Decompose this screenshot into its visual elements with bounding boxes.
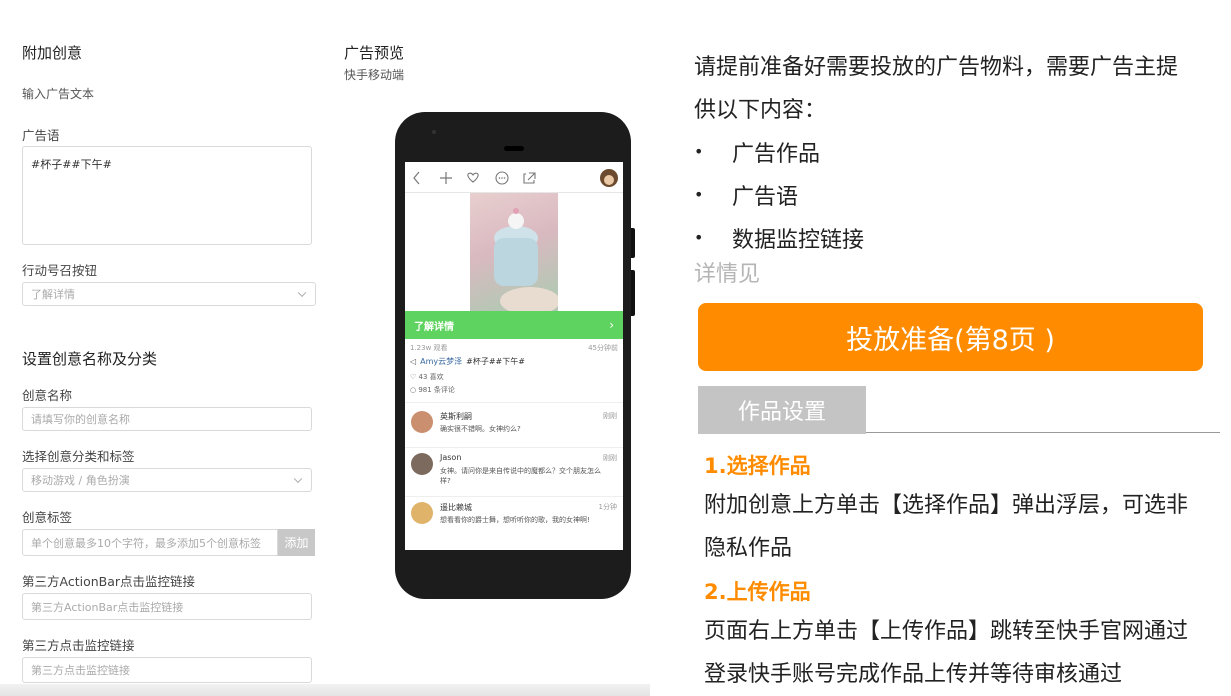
phone-volume-button — [631, 270, 635, 316]
avatar — [411, 453, 433, 475]
phone-screen: 了解详情 › 1.23w 观看 45分钟前 ◁ Amy云梦泽 #杯子##下午# … — [405, 162, 623, 550]
heart-small-icon: ♡ — [410, 373, 417, 381]
category-select[interactable]: 移动游戏 / 角色扮演 — [22, 468, 312, 492]
step-1-text: 附加创意上方单击【选择作品】弹出浮层，可选非 隐私作品 — [704, 484, 1188, 570]
slogan-value: #杯子##下午# — [31, 158, 112, 171]
guide-bullet: • 广告语 — [694, 173, 864, 216]
chevron-down-icon — [297, 288, 307, 298]
comment-author: Jason — [440, 453, 462, 462]
category-label: 选择创意分类和标签 — [22, 449, 135, 464]
guide-bullet-text: 数据监控链接 — [732, 227, 865, 253]
step-2-title: 2.上传作品 — [704, 580, 811, 604]
comment-icon[interactable] — [495, 171, 509, 185]
click-link-input[interactable]: 第三方点击监控链接 — [22, 657, 312, 683]
bottom-scroll-fade — [0, 684, 650, 696]
guide-bullet-text: 广告作品 — [732, 141, 821, 167]
comment-item[interactable]: Jason 刚刚 女神。请问你是来自传说中的魔都么？交个朋友怎么样? — [405, 448, 623, 496]
comment-time: 1分钟 — [598, 503, 617, 511]
guide-bullet-list: • 广告作品 • 广告语 • 数据监控链接 — [694, 130, 864, 259]
comment-text: 女神。请问你是来自传说中的魔都么？交个朋友怎么样? — [440, 467, 601, 485]
ad-text-label: 输入广告文本 — [22, 87, 95, 101]
phone-side-button — [631, 228, 635, 258]
tab-work-settings[interactable]: 作品设置 — [698, 386, 866, 434]
chevron-right-icon: › — [609, 318, 614, 332]
tab-underline — [866, 432, 1220, 433]
phone-camera — [432, 130, 436, 134]
actionbar-link-placeholder: 第三方ActionBar点击监控链接 — [31, 600, 184, 614]
cta-select-value: 了解详情 — [31, 288, 75, 301]
comments-row: ○ 981 条评论 — [410, 385, 455, 395]
avatar-icon[interactable] — [600, 169, 618, 187]
video-thumbnail[interactable] — [470, 193, 558, 311]
step-1-line-2: 隐私作品 — [704, 536, 793, 561]
actionbar-link-input[interactable]: 第三方ActionBar点击监控链接 — [22, 593, 312, 620]
comment-text: 想看看你的爵士舞，想听听你的歌，我的女神啊! — [440, 516, 590, 524]
post-time: 45分钟前 — [588, 344, 618, 352]
guide-bullet: • 数据监控链接 — [694, 216, 864, 259]
divider — [405, 402, 623, 403]
guide-bullet-text: 广告语 — [732, 184, 799, 210]
cta-label: 行动号召按钮 — [22, 263, 98, 278]
guide-details-note: 详情见 — [694, 262, 761, 287]
slogan-label: 广告语 — [22, 128, 60, 143]
comment-time: 刚刚 — [603, 454, 617, 462]
creative-name-label: 创意名称 — [22, 388, 73, 403]
add-icon[interactable] — [440, 172, 452, 184]
caption-text: #杯子##下午# — [466, 357, 525, 366]
step-1-line-1: 附加创意上方单击【选择作品】弹出浮层，可选非 — [704, 493, 1189, 518]
preview-subtitle: 快手移动端 — [344, 68, 405, 82]
step-2-line-2: 登录快手账号完成作品上传并等待审核通过 — [704, 662, 1123, 687]
comment-item[interactable]: 英斯利嗣 刚刚 确实很不错啊。女神约么? — [405, 406, 623, 446]
avatar — [411, 411, 433, 433]
launch-prep-button[interactable]: 投放准备(第8页 ) — [698, 303, 1203, 371]
comment-small-icon: ○ — [410, 386, 417, 394]
chevron-down-icon — [293, 474, 303, 484]
guide-intro-line-2: 供以下内容： — [694, 98, 827, 123]
comment-item[interactable]: 遥比赖城 1分钟 想看看你的爵士舞，想听听你的歌，我的女神啊! — [405, 497, 623, 545]
likes-row: ♡ 43 喜欢 — [410, 372, 444, 382]
bullet-dot-icon: • — [694, 228, 704, 247]
comment-text: 确实很不错啊。女神约么? — [440, 425, 521, 433]
comment-author: 英斯利嗣 — [440, 412, 472, 421]
caption-line: ◁ Amy云梦泽 #杯子##下午# — [410, 356, 525, 367]
author-name[interactable]: Amy云梦泽 — [420, 356, 462, 367]
step-1-title: 1.选择作品 — [704, 454, 811, 478]
bullet-dot-icon: • — [694, 142, 704, 161]
tags-label: 创意标签 — [22, 510, 73, 525]
ad-cta-bar[interactable]: 了解详情 › — [405, 311, 623, 339]
naming-section-title: 设置创意名称及分类 — [22, 350, 158, 368]
guide-intro-line-1: 请提前准备好需要投放的广告物料，需要广告主提 — [694, 55, 1179, 80]
actionbar-link-label: 第三方ActionBar点击监控链接 — [22, 574, 196, 589]
step-2-text: 页面右上方单击【上传作品】跳转至快手官网通过 登录快手账号完成作品上传并等待审核… — [704, 610, 1188, 696]
slogan-textarea[interactable]: #杯子##下午# — [22, 146, 312, 245]
back-icon[interactable] — [413, 171, 420, 185]
view-count: 1.23w 观看 — [410, 344, 448, 352]
speaker-icon: ◁ — [410, 357, 417, 366]
bullet-dot-icon: • — [694, 185, 704, 204]
avatar — [411, 502, 433, 524]
guide-intro: 请提前准备好需要投放的广告物料，需要广告主提 供以下内容： — [694, 46, 1178, 132]
add-tag-button[interactable]: 添加 — [278, 529, 315, 556]
app-toolbar — [405, 162, 623, 193]
step-2-line-1: 页面右上方单击【上传作品】跳转至快手官网通过 — [704, 619, 1189, 644]
click-link-placeholder: 第三方点击监控链接 — [31, 664, 130, 677]
ad-cta-label: 了解详情 — [414, 321, 454, 333]
phone-speaker — [504, 146, 524, 151]
preview-title: 广告预览 — [344, 44, 405, 62]
likes-count: 43 喜欢 — [418, 373, 444, 381]
click-link-label: 第三方点击监控链接 — [22, 638, 135, 653]
cta-select[interactable]: 了解详情 — [22, 282, 316, 306]
creative-name-input[interactable]: 请填写你的创意名称 — [22, 407, 312, 431]
share-icon[interactable] — [523, 172, 536, 184]
creative-name-placeholder: 请填写你的创意名称 — [31, 413, 130, 426]
guide-bullet: • 广告作品 — [694, 130, 864, 173]
heart-icon[interactable] — [467, 172, 479, 183]
comments-count: 981 条评论 — [418, 386, 455, 394]
category-select-value: 移动游戏 / 角色扮演 — [31, 474, 130, 487]
tags-input[interactable]: 单个创意最多10个字符，最多添加5个创意标签 — [22, 529, 278, 556]
comment-author: 遥比赖城 — [440, 503, 472, 512]
extra-creative-title: 附加创意 — [22, 44, 83, 62]
comment-time: 刚刚 — [603, 412, 617, 420]
tags-placeholder: 单个创意最多10个字符，最多添加5个创意标签 — [31, 536, 261, 550]
